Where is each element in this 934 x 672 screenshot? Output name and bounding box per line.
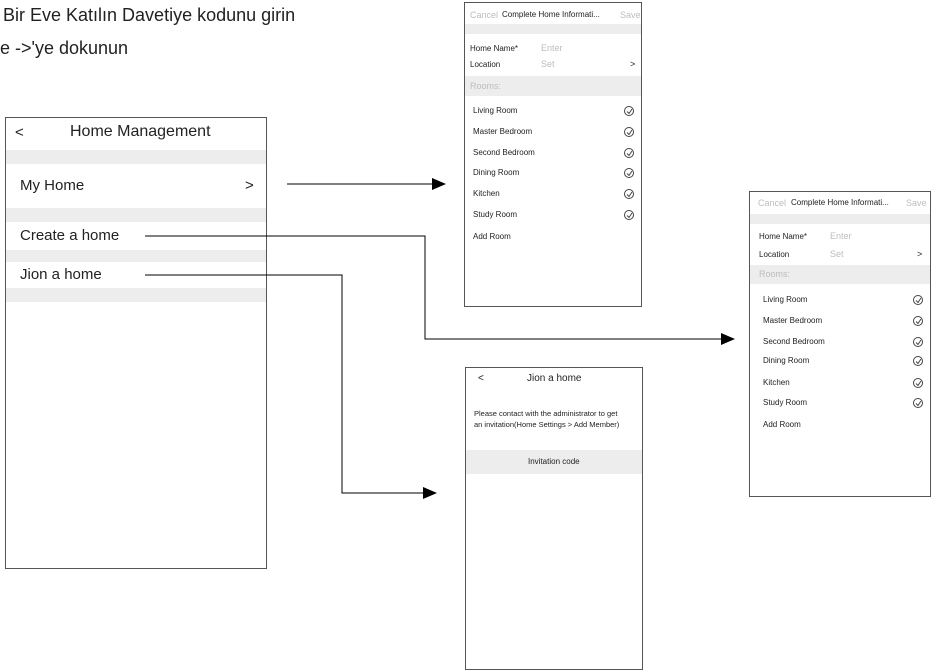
arrow-right-icon bbox=[145, 235, 735, 345]
connector-arrows bbox=[145, 178, 735, 499]
arrow-right-icon bbox=[145, 274, 437, 499]
arrow-right-icon bbox=[287, 178, 446, 190]
